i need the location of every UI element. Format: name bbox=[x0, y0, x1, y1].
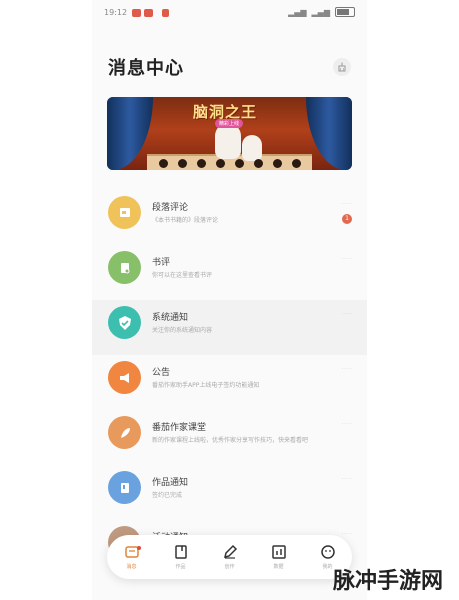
pen-icon bbox=[223, 544, 237, 559]
message-row-paragraph-comments[interactable]: 段落评论 《本书书籍的》段落评论 ···· 1 bbox=[92, 190, 367, 245]
message-title: 段落评论 bbox=[152, 203, 189, 213]
signal-icon: ▂▄▆ bbox=[288, 7, 307, 17]
banner-subtitle: 精彩上线 bbox=[215, 119, 244, 128]
mascot-figure bbox=[215, 123, 241, 159]
megaphone-icon bbox=[108, 361, 141, 394]
feather-icon bbox=[108, 416, 141, 449]
message-row-system-notifications[interactable]: 系统通知 关注你的系统通知内容 ···· bbox=[92, 300, 367, 355]
notification-icon bbox=[162, 9, 169, 17]
audience-seats bbox=[159, 159, 301, 168]
status-time: 19:12 bbox=[104, 8, 128, 17]
check-shield-icon bbox=[108, 306, 141, 339]
tab-label: 消息 bbox=[126, 564, 137, 570]
comment-icon bbox=[108, 196, 141, 229]
clear-all-button[interactable] bbox=[333, 58, 351, 76]
broom-icon bbox=[338, 62, 346, 72]
message-preview: 签约已完成 bbox=[152, 492, 183, 499]
tab-label: 数据 bbox=[273, 564, 284, 570]
timestamp-placeholder: ···· bbox=[341, 476, 353, 483]
tab-messages[interactable]: 消息 bbox=[112, 544, 152, 570]
header: 消息中心 bbox=[108, 54, 353, 84]
message-preview: 《本书书籍的》段落评论 bbox=[152, 217, 219, 224]
tab-data[interactable]: 数据 bbox=[259, 544, 299, 570]
tab-label: 我的 bbox=[322, 564, 333, 570]
promo-banner[interactable]: 脑洞之王 精彩上线 bbox=[107, 97, 352, 170]
message-title: 番茄作家课堂 bbox=[152, 423, 207, 433]
phone-screen: 19:12 ▂▄▆ ▂▄▆ 消息中心 脑洞之王 精彩上线 段落评论 《本书书籍的… bbox=[92, 0, 367, 600]
chart-icon bbox=[271, 545, 286, 559]
notification-icon bbox=[132, 9, 141, 17]
timestamp-placeholder: ···· bbox=[341, 531, 353, 538]
tab-create[interactable]: 创作 bbox=[210, 544, 250, 570]
message-list: 段落评论 《本书书籍的》段落评论 ···· 1 书评 你可以在这里查看书评 ··… bbox=[92, 190, 367, 575]
unread-badge: 1 bbox=[342, 214, 352, 224]
message-preview: 关注你的系统通知内容 bbox=[152, 327, 213, 334]
book-review-icon bbox=[108, 251, 141, 284]
tab-label: 创作 bbox=[224, 564, 235, 570]
message-title: 系统通知 bbox=[152, 313, 189, 323]
curtain-right bbox=[306, 97, 352, 170]
profile-icon bbox=[320, 545, 335, 559]
timestamp-placeholder: ···· bbox=[341, 366, 353, 373]
message-preview: 番茄作家助手APP上线电子签约功能通知 bbox=[152, 382, 260, 389]
message-title: 书评 bbox=[152, 258, 171, 268]
status-bar: 19:12 ▂▄▆ ▂▄▆ bbox=[92, 0, 367, 28]
message-preview: 新的作家课程上线啦，优秀作家分享写作技巧，快来看看吧 bbox=[152, 437, 309, 444]
notification-icon bbox=[144, 9, 153, 17]
status-indicators: ▂▄▆ ▂▄▆ bbox=[288, 7, 355, 17]
mascot-figure bbox=[242, 135, 262, 161]
message-title: 作品通知 bbox=[152, 478, 189, 488]
message-preview: 你可以在这里查看书评 bbox=[152, 272, 213, 279]
message-row-writer-classroom[interactable]: 番茄作家课堂 新的作家课程上线啦，优秀作家分享写作技巧，快来看看吧 ···· bbox=[92, 410, 367, 465]
timestamp-placeholder: ···· bbox=[341, 256, 353, 263]
message-title: 公告 bbox=[152, 368, 171, 378]
tab-works[interactable]: 作品 bbox=[161, 544, 201, 570]
message-row-announcements[interactable]: 公告 番茄作家助手APP上线电子签约功能通知 ···· bbox=[92, 355, 367, 410]
bottom-tab-bar: 消息 作品 创作 数据 我的 bbox=[107, 535, 352, 579]
message-row-work-notifications[interactable]: 作品通知 签约已完成 ···· bbox=[92, 465, 367, 520]
unread-dot bbox=[136, 546, 141, 550]
timestamp-placeholder: ···· bbox=[341, 421, 353, 428]
message-row-book-reviews[interactable]: 书评 你可以在这里查看书评 ···· bbox=[92, 245, 367, 300]
signal-icon: ▂▄▆ bbox=[311, 7, 330, 17]
timestamp-placeholder: ···· bbox=[341, 201, 353, 208]
book-icon bbox=[108, 471, 141, 504]
tab-label: 作品 bbox=[175, 564, 186, 570]
page-title: 消息中心 bbox=[108, 58, 184, 79]
site-watermark: 脉冲手游网 bbox=[333, 569, 444, 594]
battery-icon bbox=[335, 7, 355, 17]
timestamp-placeholder: ···· bbox=[341, 311, 353, 318]
notebook-icon bbox=[174, 545, 187, 559]
